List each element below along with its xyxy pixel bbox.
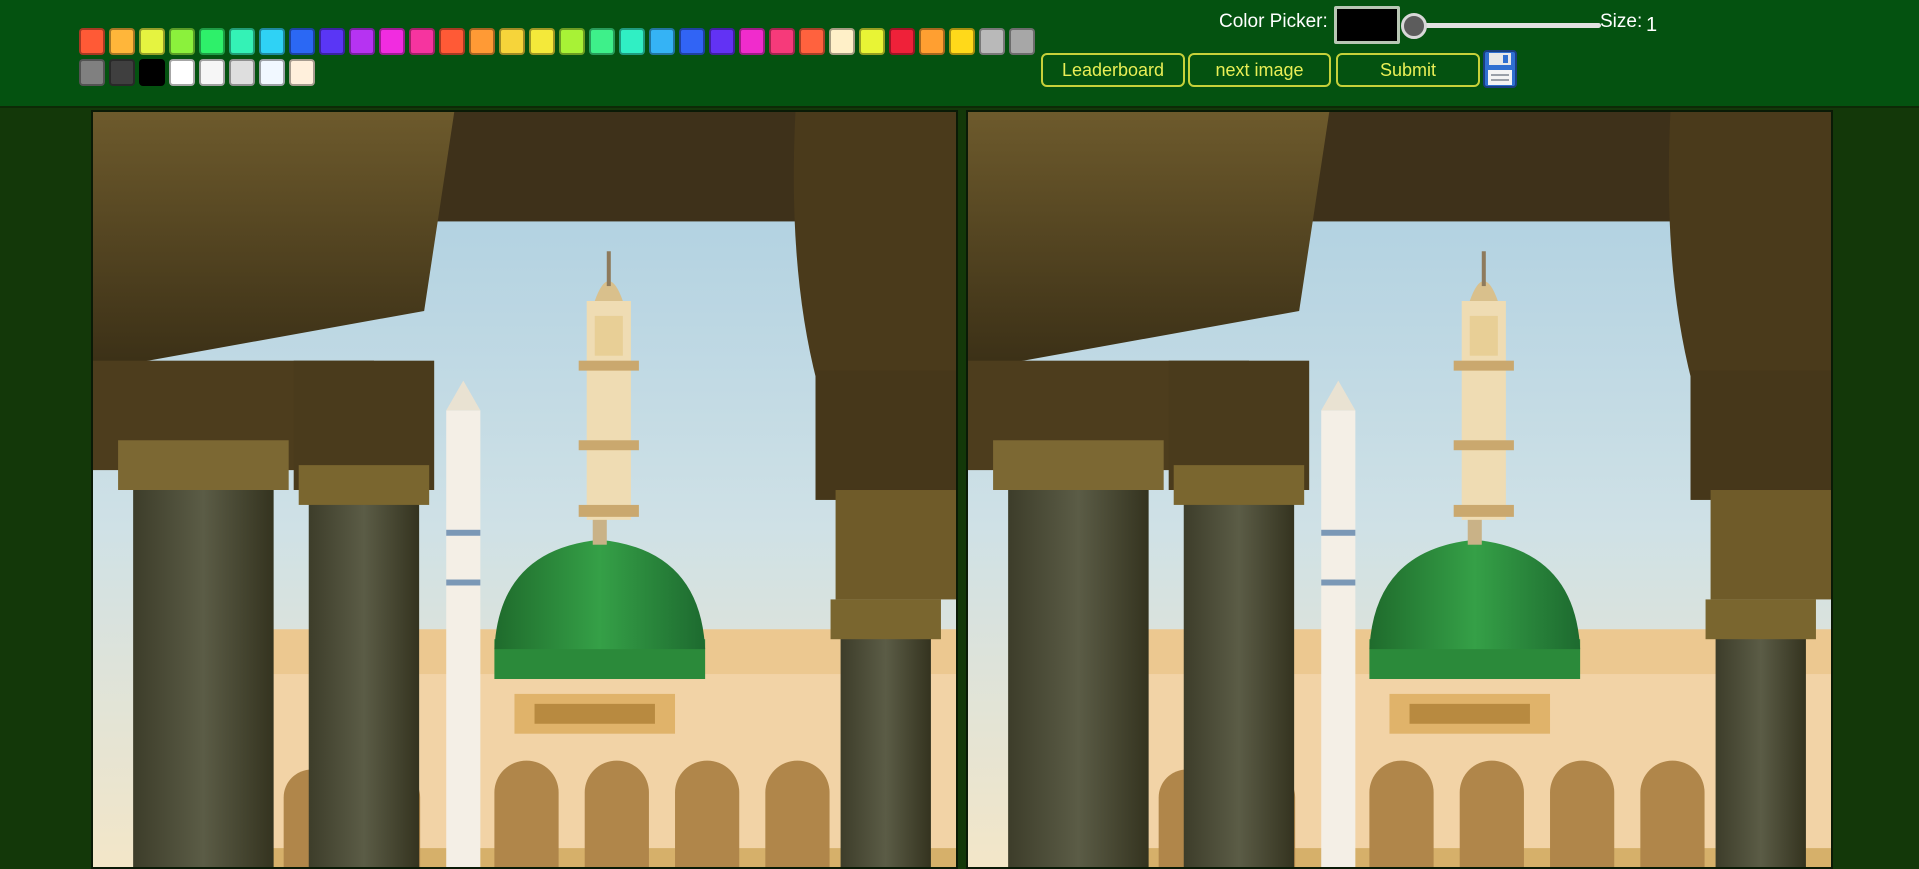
color-swatch[interactable] <box>79 59 105 86</box>
color-swatch[interactable] <box>949 28 975 55</box>
color-swatch[interactable] <box>139 59 165 86</box>
color-swatch[interactable] <box>259 59 285 86</box>
size-value: 1 <box>1646 14 1658 36</box>
color-swatch[interactable] <box>979 28 1005 55</box>
color-swatch[interactable] <box>349 28 375 55</box>
original-image-canvas <box>91 110 958 869</box>
leaderboard-button[interactable]: Leaderboard <box>1041 53 1185 87</box>
floppy-disk-icon[interactable] <box>1483 50 1517 88</box>
color-swatch[interactable] <box>409 28 435 55</box>
color-swatch[interactable] <box>199 59 225 86</box>
color-swatch[interactable] <box>829 28 855 55</box>
color-swatch[interactable] <box>589 28 615 55</box>
color-swatch[interactable] <box>739 28 765 55</box>
color-swatch[interactable] <box>379 28 405 55</box>
color-swatch[interactable] <box>799 28 825 55</box>
mosque-photo <box>93 112 956 867</box>
color-swatch[interactable] <box>469 28 495 55</box>
size-label: Size: <box>1600 11 1643 32</box>
color-swatch[interactable] <box>559 28 585 55</box>
color-swatch[interactable] <box>319 28 345 55</box>
toolbar: Color Picker: Size: 1 Leaderboard next i… <box>0 0 1919 108</box>
color-swatch[interactable] <box>769 28 795 55</box>
color-swatch[interactable] <box>139 28 165 55</box>
color-swatch[interactable] <box>679 28 705 55</box>
submit-button[interactable]: Submit <box>1336 53 1480 87</box>
color-swatch[interactable] <box>169 28 195 55</box>
brush-size-slider[interactable] <box>1411 23 1601 28</box>
drawing-canvas[interactable] <box>966 110 1833 869</box>
color-picker-swatch[interactable] <box>1334 6 1400 44</box>
color-palette <box>79 28 1039 90</box>
color-swatch[interactable] <box>1009 28 1035 55</box>
color-swatch[interactable] <box>79 28 105 55</box>
color-swatch[interactable] <box>229 28 255 55</box>
color-swatch[interactable] <box>199 28 225 55</box>
color-swatch[interactable] <box>109 59 135 86</box>
next-image-button[interactable]: next image <box>1188 53 1331 87</box>
color-swatch[interactable] <box>289 28 315 55</box>
color-swatch[interactable] <box>259 28 285 55</box>
color-picker-label: Color Picker: <box>1219 11 1328 32</box>
brush-size-slider-thumb[interactable] <box>1401 13 1427 39</box>
color-swatch[interactable] <box>529 28 555 55</box>
color-swatch[interactable] <box>619 28 645 55</box>
color-swatch[interactable] <box>169 59 195 86</box>
color-swatch[interactable] <box>439 28 465 55</box>
mosque-photo-drawing-layer <box>968 112 1831 867</box>
color-swatch[interactable] <box>919 28 945 55</box>
color-swatch[interactable] <box>229 59 255 86</box>
color-swatch[interactable] <box>649 28 675 55</box>
color-swatch[interactable] <box>889 28 915 55</box>
color-swatch[interactable] <box>499 28 525 55</box>
color-swatch[interactable] <box>109 28 135 55</box>
color-swatch[interactable] <box>859 28 885 55</box>
color-swatch[interactable] <box>289 59 315 86</box>
color-swatch[interactable] <box>709 28 735 55</box>
